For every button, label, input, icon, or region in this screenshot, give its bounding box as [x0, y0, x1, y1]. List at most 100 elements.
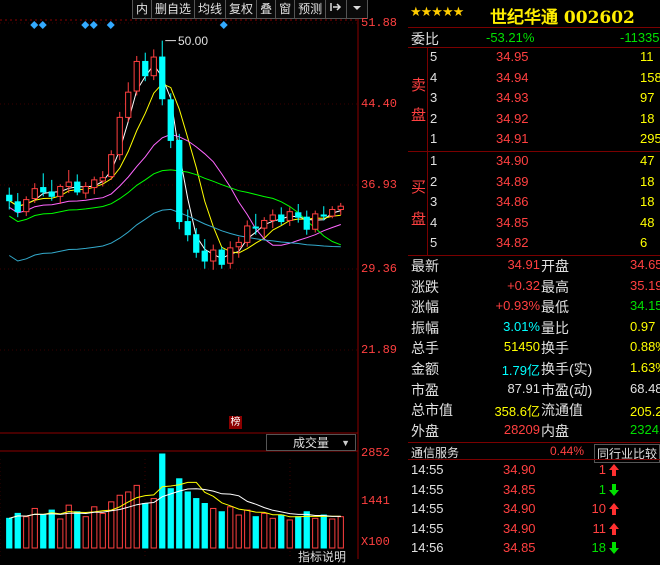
candle-body	[261, 219, 268, 229]
sell-volume: 295	[640, 131, 660, 146]
volume-bar	[176, 478, 183, 549]
stat-label: 外盘	[411, 422, 439, 439]
stat-label: 开盘	[541, 258, 569, 274]
sell-level: 5	[430, 49, 438, 64]
toolbar-overlay-button[interactable]: 叠	[256, 0, 277, 19]
volume-bar	[295, 516, 302, 549]
stat-label: 最低	[541, 299, 569, 316]
buy-price: 34.86	[496, 194, 529, 209]
industry-compare-button[interactable]: 同行业比较	[594, 444, 660, 463]
stat-value: 23241	[630, 421, 660, 437]
sell-price: 34.94	[496, 69, 529, 85]
tick-time: 14:55	[411, 520, 444, 536]
stat-label: 内盘	[541, 422, 569, 439]
tick-price: 34.90	[503, 520, 536, 536]
candle-body	[295, 212, 302, 218]
weibi-row: 委比 -53.21% -11335	[408, 28, 660, 48]
pin-icon[interactable]	[325, 0, 348, 19]
quote-panel: ★★★★★ 世纪华通 002602 委比 -53.21% -11335 卖 盘 …	[408, 0, 660, 559]
indicator-select-value: 成交量	[293, 436, 330, 450]
candle-body	[133, 60, 140, 92]
buy-level: 5	[430, 235, 438, 250]
sell-level: 1	[430, 131, 438, 146]
weicha-value: -11335	[620, 30, 660, 45]
buy-volume: 47	[640, 153, 655, 168]
candle-body	[329, 208, 336, 217]
ma-line	[9, 83, 341, 254]
volume-unit-label: X100	[361, 535, 390, 549]
tick-time: 14:55	[411, 501, 444, 516]
chevron-down-icon: ▼	[341, 438, 350, 448]
volume-bar	[142, 503, 149, 549]
price-axis-label: 44.40	[361, 97, 398, 111]
candle-body	[23, 199, 30, 213]
toolbar-window-button[interactable]: 窗	[275, 0, 296, 19]
tick-volume: 1	[598, 462, 606, 477]
volume-bar	[14, 512, 21, 549]
stock-title: ★★★★★ 世纪华通 002602	[408, 2, 660, 28]
ma-line	[9, 169, 341, 246]
industry-row: 通信服务 0.44% 同行业比较	[408, 443, 660, 463]
price-axis-label: 51.88	[361, 16, 398, 30]
volume-bar	[167, 488, 174, 549]
sell-side-label: 卖	[411, 77, 427, 94]
price-axis-label: 21.89	[361, 343, 398, 357]
sell-level: 2	[430, 110, 438, 126]
volume-bar	[116, 494, 123, 549]
stat-value: 35.19	[630, 277, 660, 293]
tick-volume: 1	[598, 481, 606, 497]
stat-value: +0.93%	[495, 298, 540, 314]
stat-value: 3.01%	[503, 318, 540, 334]
indicator-help-link[interactable]: 指标说明	[298, 548, 346, 565]
sell-level: 3	[430, 90, 438, 105]
candle-body	[108, 154, 115, 178]
volume-bar	[252, 516, 259, 549]
volume-bar	[235, 514, 242, 549]
candle-body	[201, 250, 208, 262]
stat-value: 87.91	[507, 380, 540, 396]
candle-body	[150, 56, 157, 77]
toolbar-forecast-button[interactable]: 预测	[294, 0, 327, 19]
stat-value: 205.2亿	[630, 404, 660, 420]
chart-toolbar: 内 删自选 均线 复权 叠 窗 预测	[132, 0, 369, 20]
volume-bar	[218, 511, 225, 549]
rank-badge[interactable]: 榜	[229, 416, 242, 429]
indicator-select[interactable]: 成交量 ▼	[266, 434, 356, 451]
stat-label: 市盈	[411, 381, 439, 398]
event-marker-icon	[219, 21, 228, 29]
buy-price: 34.90	[496, 153, 529, 168]
candle-body	[116, 116, 123, 156]
event-marker-icon	[30, 21, 39, 29]
stat-value: 34.91	[507, 257, 540, 272]
tick-time: 14:55	[411, 481, 444, 497]
tick-time: 14:55	[411, 462, 444, 477]
toolbar-remove-watchlist-button[interactable]: 删自选	[151, 0, 196, 19]
toolbar-adjust-button[interactable]: 复权	[225, 0, 258, 19]
stat-value: 34.15	[630, 298, 660, 314]
arrow-down-icon	[609, 483, 619, 499]
buy-volume: 6	[640, 235, 648, 250]
volume-ma-line	[9, 481, 341, 519]
tick-time: 14:56	[411, 540, 444, 555]
arrow-up-icon	[609, 503, 619, 518]
toolbar-nei-button[interactable]: 内	[132, 0, 153, 19]
stock-name: 世纪华通 002602	[490, 8, 635, 28]
volume-bar	[48, 509, 55, 549]
candle-body	[252, 226, 259, 229]
ma-line	[9, 63, 341, 260]
stat-value: 1.79亿	[501, 363, 540, 378]
stat-label: 换手(实)	[541, 361, 593, 377]
volume-bar	[312, 517, 319, 549]
tick-price: 34.90	[503, 501, 536, 516]
toolbar-ma-button[interactable]: 均线	[194, 0, 227, 19]
sell-level: 4	[430, 69, 438, 85]
kline-chart[interactable]	[0, 0, 408, 559]
candle-body	[244, 225, 251, 243]
arrow-up-icon	[609, 464, 619, 479]
volume-bar	[201, 503, 208, 549]
candle-body	[286, 211, 293, 221]
stat-label: 振幅	[411, 319, 439, 336]
stat-value: 34.65	[630, 257, 660, 272]
candle-body	[210, 249, 217, 262]
stat-label: 总手	[411, 340, 439, 357]
